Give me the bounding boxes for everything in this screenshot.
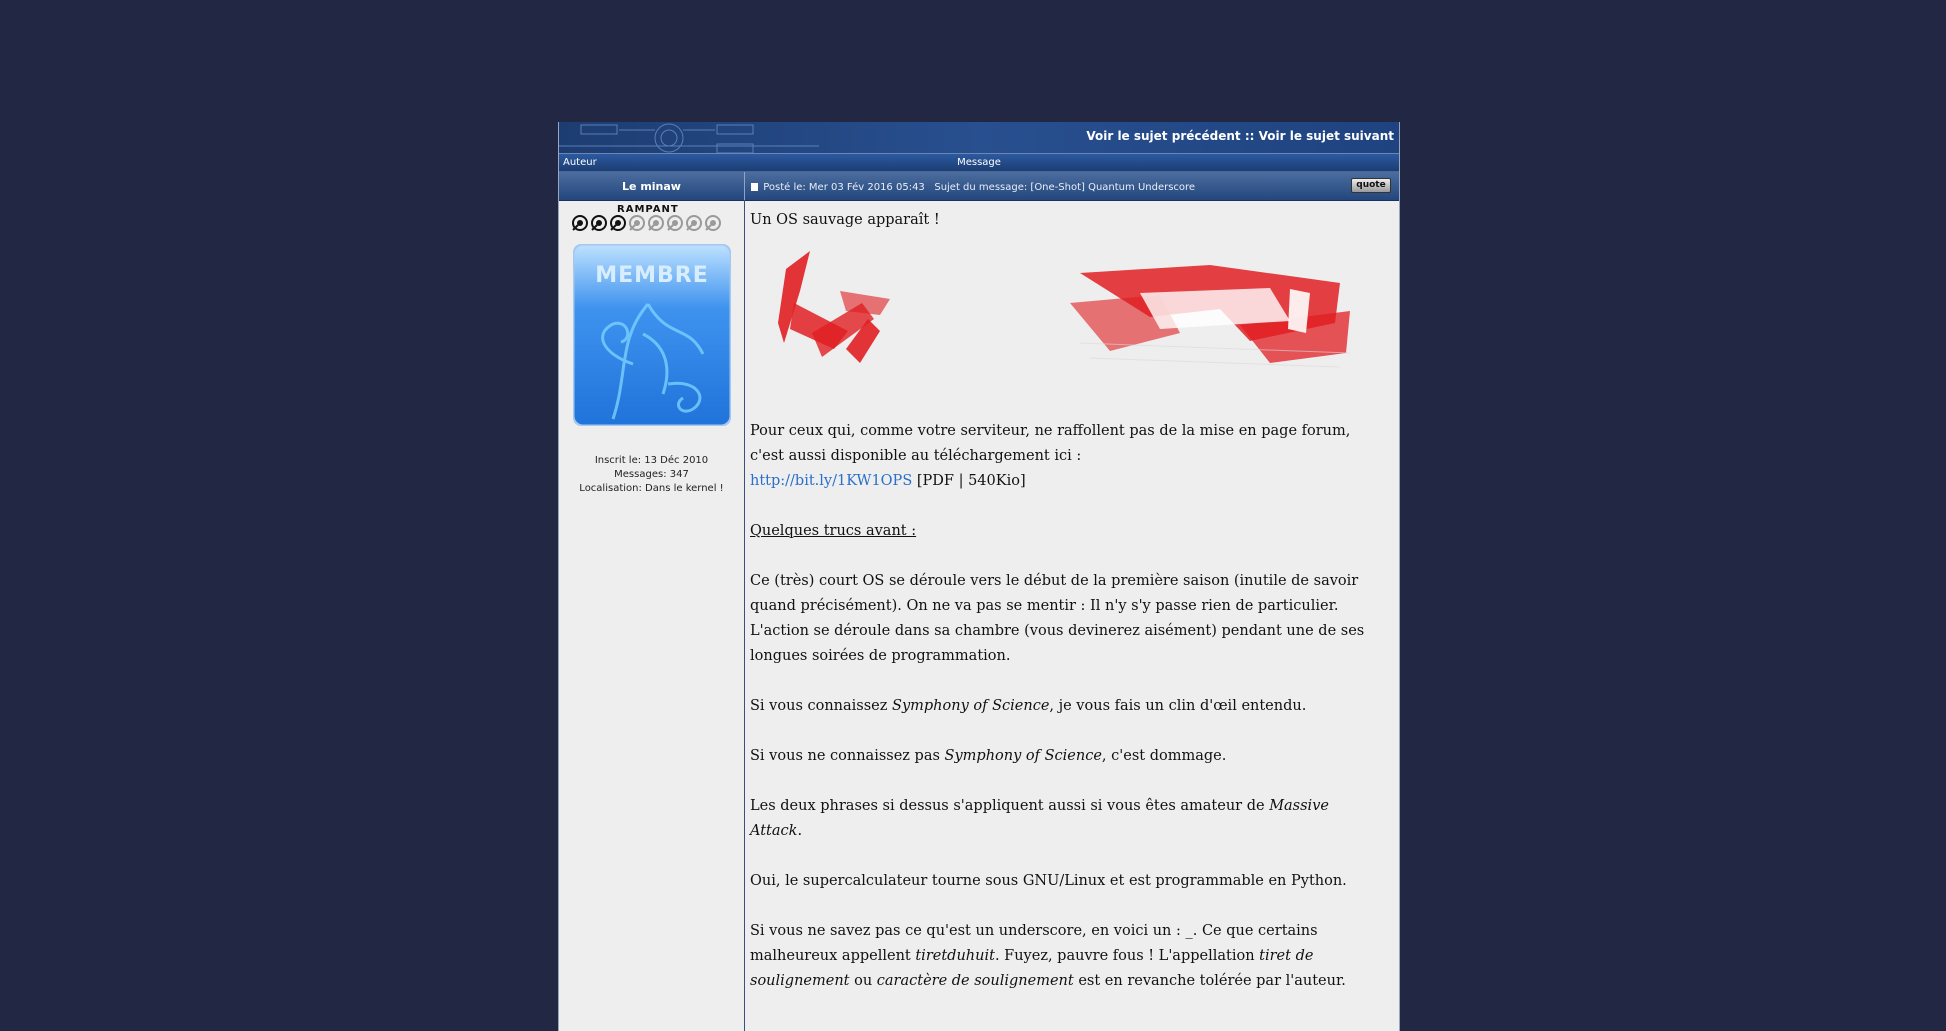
paragraph-symphony-2: Si vous ne connaissez pas Symphony of Sc… (750, 748, 1227, 764)
post-subject: Sujet du message: [One-Shot] Quantum Und… (934, 182, 1196, 193)
post-date: Posté le: Mer 03 Fév 2016 05:43 (763, 182, 925, 193)
rank-icon-filled (610, 215, 626, 231)
join-date: Inscrit le: 13 Déc 2010 (594, 455, 709, 466)
header-decoration (559, 123, 819, 153)
rank-icon-empty (648, 215, 664, 231)
topic-navigation: Voir le sujet précédent :: Voir le sujet… (1086, 129, 1394, 143)
post-meta: Posté le: Mer 03 Fév 2016 05:43 Sujet du… (751, 182, 1195, 193)
topic-navigation-bar: Voir le sujet précédent :: Voir le sujet… (559, 122, 1399, 154)
previous-topic-link[interactable]: Voir le sujet précédent (1086, 129, 1240, 143)
paragraph-underscore: Si vous ne savez pas ce qu'est un unders… (750, 923, 1346, 989)
rank-icon-empty (667, 215, 683, 231)
forum-topic-table: Voir le sujet précédent :: Voir le sujet… (558, 122, 1400, 1031)
rank-icon-empty (686, 215, 702, 231)
download-link[interactable]: http://bit.ly/1KW1OPS (750, 473, 912, 489)
post-author-name[interactable]: Le minaw (559, 180, 744, 193)
paragraph-massive-attack: Les deux phrases si dessus s'appliquent … (750, 798, 1329, 839)
rank-icons (571, 214, 723, 236)
paragraph-symphony-1: Si vous connaissez Symphony of Science, … (750, 698, 1307, 714)
rank-icon-filled (572, 215, 588, 231)
message-intro: Un OS sauvage apparaît ! (750, 212, 940, 228)
author-panel: RAMPANT MEMBRE Inscrit le: 13 Déc 2010 M… (559, 200, 745, 1031)
header-divider (744, 172, 745, 200)
next-topic-link[interactable]: Voir le sujet suivant (1259, 129, 1394, 143)
paragraph-context: Ce (très) court OS se déroule vers le dé… (750, 573, 1365, 664)
rank-icon-empty (629, 215, 645, 231)
post-icon (751, 183, 758, 191)
avatar-text: MEMBRE (595, 263, 709, 288)
post-body: Un OS sauvage apparaît ! Pour ceux qui, … (750, 208, 1385, 1019)
section-heading: Quelques trucs avant : (750, 523, 917, 539)
quote-button[interactable]: quote (1351, 178, 1391, 193)
author-info: Inscrit le: 13 Déc 2010 Messages: 347 Lo… (559, 454, 744, 496)
message-count: Messages: 347 (614, 469, 689, 480)
location: Localisation: Dans le kernel ! (579, 483, 724, 494)
paragraph-supercomputer: Oui, le supercalculateur tourne sous GNU… (750, 873, 1347, 889)
nav-separator: :: (1244, 129, 1255, 143)
avatar[interactable]: MEMBRE (573, 244, 731, 426)
post-header: Le minaw Posté le: Mer 03 Fév 2016 05:43… (559, 172, 1399, 201)
rank-icon-filled (591, 215, 607, 231)
download-paragraph: Pour ceux qui, comme votre serviteur, ne… (750, 423, 1351, 489)
post-banner-image (750, 233, 1385, 419)
author-column-header: Auteur (563, 157, 597, 168)
column-headers: Auteur Message (559, 154, 1399, 172)
message-column-header: Message (957, 157, 1001, 168)
rank-icon-empty (705, 215, 721, 231)
